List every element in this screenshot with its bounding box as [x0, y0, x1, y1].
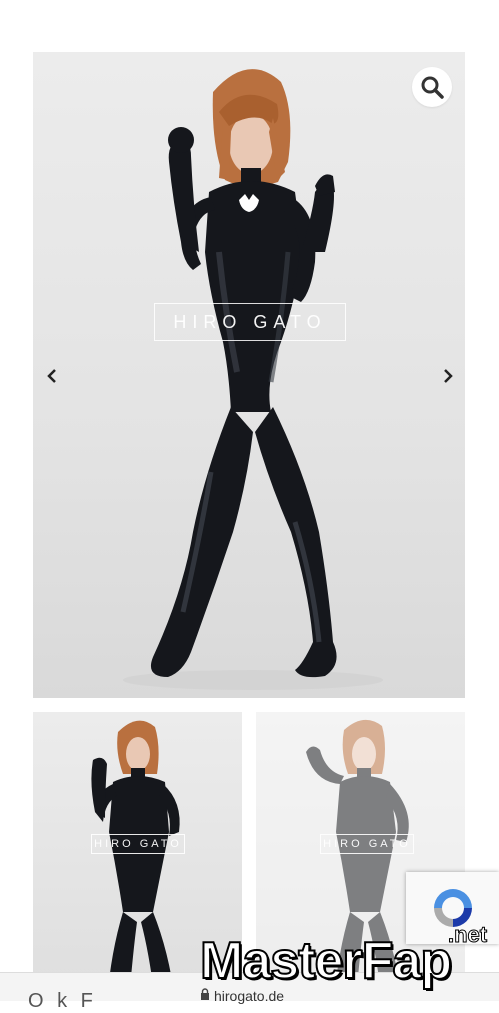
- chevron-left-icon: [47, 369, 56, 383]
- cutoff-text: O k F: [28, 990, 97, 1012]
- product-main-image[interactable]: HIRO GATO: [33, 52, 465, 698]
- zoom-button[interactable]: [412, 67, 452, 107]
- brand-net: .net: [447, 922, 488, 948]
- model-figure: [123, 69, 383, 690]
- watermark-label: HIRO GATO: [154, 303, 346, 341]
- prev-image-button[interactable]: [42, 366, 62, 386]
- next-image-button[interactable]: [438, 366, 458, 386]
- chevron-right-icon: [444, 369, 453, 383]
- brand-watermark: MasterFap: [199, 926, 453, 996]
- search-icon: [421, 76, 444, 99]
- brand-fap: Fap: [361, 931, 453, 991]
- brand-master: Master: [199, 931, 364, 991]
- thumbnail-watermark: HIRO GATO: [320, 834, 414, 854]
- thumbnail-watermark: HIRO GATO: [91, 834, 185, 854]
